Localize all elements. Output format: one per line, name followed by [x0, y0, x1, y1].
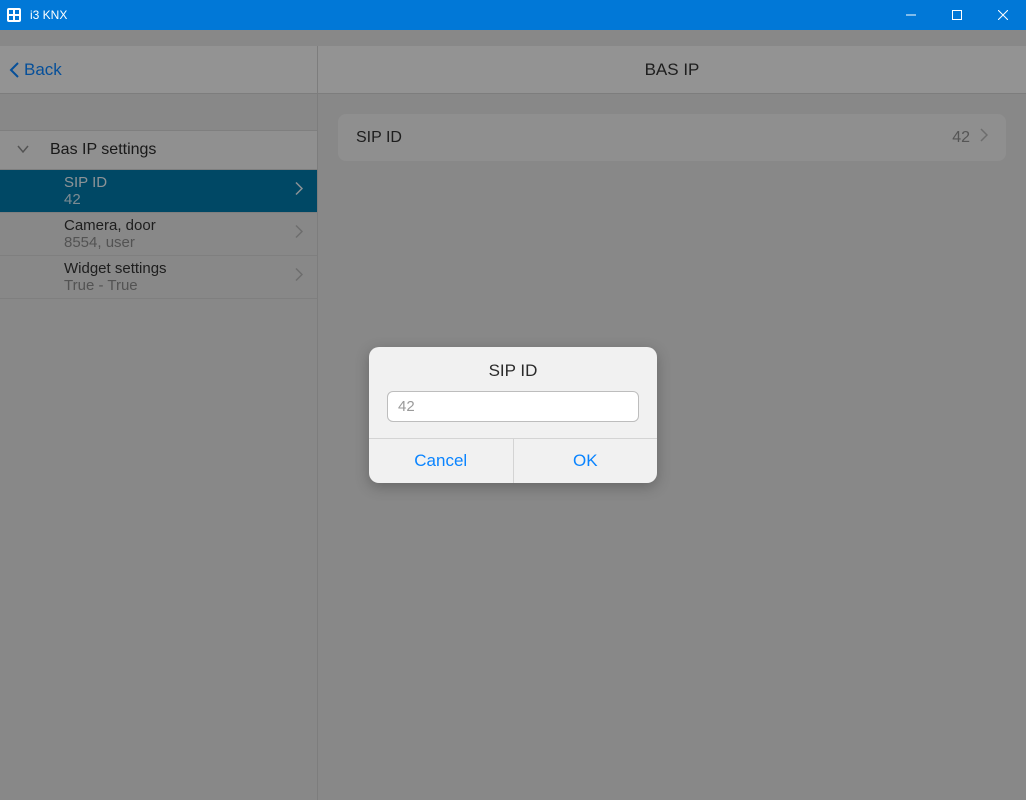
- window-maximize-button[interactable]: [934, 0, 980, 30]
- sip-id-dialog: SIP ID Cancel OK: [369, 347, 657, 483]
- dialog-title: SIP ID: [369, 347, 657, 391]
- window-titlebar: i3 KNX: [0, 0, 1026, 30]
- window-close-button[interactable]: [980, 0, 1026, 30]
- modal-overlay: SIP ID Cancel OK: [0, 30, 1026, 800]
- ok-button[interactable]: OK: [513, 439, 658, 483]
- app-icon: [6, 7, 22, 23]
- cancel-button[interactable]: Cancel: [369, 439, 513, 483]
- sip-id-input[interactable]: [387, 391, 639, 422]
- window-title: i3 KNX: [30, 8, 888, 22]
- window-minimize-button[interactable]: [888, 0, 934, 30]
